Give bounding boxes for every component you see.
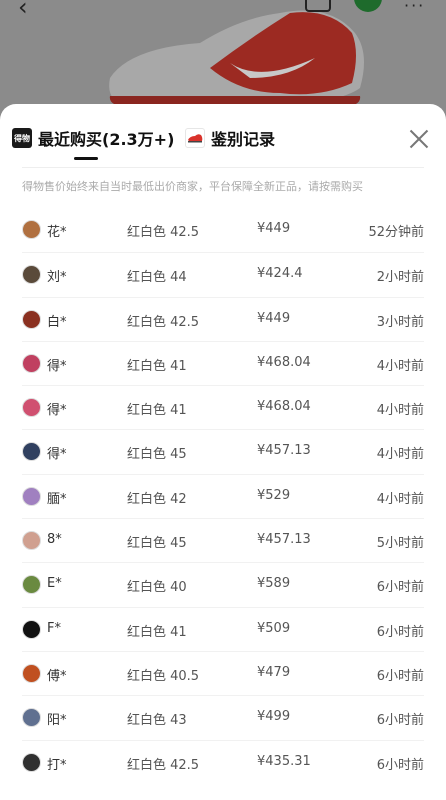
size-spec: 红白色 42 bbox=[127, 491, 187, 507]
purchase-row: 白* 红白色 42.5 ¥449 3小时前 bbox=[22, 296, 424, 341]
size-spec: 红白色 40.5 bbox=[127, 668, 200, 684]
purchase-time: 4小时前 bbox=[376, 358, 424, 374]
purchase-row: 得* 红白色 41 ¥468.04 4小时前 bbox=[22, 340, 424, 385]
purchase-row: 得* 红白色 41 ¥468.04 4小时前 bbox=[22, 385, 424, 429]
buyer-name: 阳* bbox=[47, 713, 67, 729]
purchase-time: 52分钟前 bbox=[368, 225, 424, 240]
buyer-name: 8* bbox=[47, 532, 62, 548]
avatar bbox=[22, 531, 41, 551]
size-spec: 红白色 44 bbox=[127, 270, 187, 286]
avatar bbox=[22, 619, 41, 639]
buyer-name: 傅* bbox=[47, 668, 67, 684]
price: ¥589 bbox=[257, 576, 291, 592]
buyer-name: 花* bbox=[47, 225, 67, 240]
purchase-row: 打* 红白色 42.5 ¥435.31 6小时前 bbox=[22, 739, 424, 784]
active-tab-indicator bbox=[74, 157, 98, 160]
avatar bbox=[22, 265, 41, 285]
purchase-time: 6小时前 bbox=[376, 580, 424, 596]
avatar bbox=[22, 353, 41, 373]
purchase-time: 6小时前 bbox=[376, 624, 424, 640]
purchase-time: 4小时前 bbox=[376, 447, 424, 463]
purchase-row: F* 红白色 41 ¥509 6小时前 bbox=[22, 606, 424, 651]
purchase-time: 6小时前 bbox=[376, 713, 424, 729]
price: ¥424.4 bbox=[257, 266, 303, 282]
buyer-name: 腼* bbox=[47, 491, 67, 507]
buyer-name: 刘* bbox=[47, 270, 67, 286]
buyer-name: 得* bbox=[47, 447, 67, 463]
price: ¥457.13 bbox=[257, 532, 311, 548]
price: ¥509 bbox=[257, 620, 291, 636]
price: ¥435.31 bbox=[257, 753, 311, 769]
tab-label: 鉴别记录 bbox=[211, 130, 276, 149]
back-icon[interactable]: ‹ bbox=[18, 0, 28, 19]
tab-authentication-records[interactable]: 鉴别记录 bbox=[185, 126, 275, 150]
purchase-time: 2小时前 bbox=[376, 270, 424, 286]
purchase-time: 4小时前 bbox=[376, 403, 424, 419]
buyer-name: 得* bbox=[47, 403, 67, 419]
size-spec: 红白色 45 bbox=[127, 536, 187, 552]
tab-recent-purchases[interactable]: 得物 最近购买(2.3万+) bbox=[12, 126, 174, 150]
purchase-row: 腼* 红白色 42 ¥529 4小时前 bbox=[22, 473, 424, 518]
dewu-logo-icon bbox=[305, 0, 331, 12]
purchase-records-sheet: 得物 最近购买(2.3万+) 鉴别记录 得物售价始终来自当时最低出价商家，平台保… bbox=[0, 104, 446, 800]
purchase-row: 得* 红白色 45 ¥457.13 4小时前 bbox=[22, 429, 424, 473]
price: ¥468.04 bbox=[257, 399, 311, 415]
buyer-name: 得* bbox=[47, 358, 67, 374]
purchase-time: 6小时前 bbox=[376, 668, 424, 684]
avatar bbox=[22, 663, 41, 683]
purchase-row: 傅* 红白色 40.5 ¥479 6小时前 bbox=[22, 650, 424, 695]
size-spec: 红白色 43 bbox=[127, 713, 187, 729]
purchase-time: 6小时前 bbox=[376, 757, 424, 773]
size-spec: 红白色 40 bbox=[127, 580, 187, 596]
purchase-row: E* 红白色 40 ¥589 6小时前 bbox=[22, 562, 424, 606]
buyer-name: 白* bbox=[47, 314, 67, 330]
avatar bbox=[22, 486, 41, 506]
avatar bbox=[22, 220, 41, 239]
size-spec: 红白色 41 bbox=[127, 624, 187, 640]
price: ¥468.04 bbox=[257, 354, 311, 370]
purchase-time: 5小时前 bbox=[376, 536, 424, 552]
tab-label: 最近购买(2.3万+) bbox=[38, 130, 175, 149]
purchase-row: 8* 红白色 45 ¥457.13 5小时前 bbox=[22, 518, 424, 562]
size-spec: 红白色 42.5 bbox=[127, 314, 200, 330]
price: ¥449 bbox=[257, 221, 291, 236]
price: ¥457.13 bbox=[257, 443, 311, 459]
avatar bbox=[22, 575, 41, 595]
sneaker-product-image bbox=[109, 10, 364, 108]
purchase-row: 花* 红白色 42.5 ¥449 52分钟前 bbox=[22, 208, 424, 252]
close-icon[interactable] bbox=[406, 126, 432, 152]
price: ¥529 bbox=[257, 487, 291, 503]
size-spec: 红白色 41 bbox=[127, 358, 187, 374]
tab-bar: 得物 最近购买(2.3万+) 鉴别记录 bbox=[0, 104, 446, 166]
avatar bbox=[22, 309, 41, 329]
sneaker-thumb-icon bbox=[185, 128, 205, 148]
size-spec: 红白色 41 bbox=[127, 403, 187, 419]
price: ¥479 bbox=[257, 664, 291, 680]
avatar bbox=[22, 398, 41, 418]
price: ¥449 bbox=[257, 310, 291, 326]
purchase-list: 花* 红白色 42.5 ¥449 52分钟前刘* 红白色 44 ¥424.4 2小时前白* 红… bbox=[0, 208, 446, 784]
size-spec: 红白色 42.5 bbox=[127, 757, 200, 773]
buyer-name: F* bbox=[47, 620, 61, 636]
more-icon[interactable]: ··· bbox=[404, 0, 425, 15]
dewu-logo-icon: 得物 bbox=[12, 128, 32, 148]
price-notice: 得物售价始终来自当时最低出价商家，平台保障全新正品，请按需购买 bbox=[22, 180, 363, 193]
avatar bbox=[22, 708, 41, 728]
divider bbox=[22, 167, 424, 168]
purchase-time: 4小时前 bbox=[376, 491, 424, 507]
size-spec: 红白色 45 bbox=[127, 447, 187, 463]
price: ¥499 bbox=[257, 709, 291, 725]
avatar bbox=[22, 752, 41, 772]
avatar bbox=[22, 442, 41, 462]
size-spec: 红白色 42.5 bbox=[127, 225, 200, 240]
buyer-name: 打* bbox=[47, 757, 67, 773]
purchase-row: 刘* 红白色 44 ¥424.4 2小时前 bbox=[22, 252, 424, 296]
purchase-row: 阳* 红白色 43 ¥499 6小时前 bbox=[22, 695, 424, 739]
purchase-time: 3小时前 bbox=[376, 314, 424, 330]
buyer-name: E* bbox=[47, 576, 62, 592]
